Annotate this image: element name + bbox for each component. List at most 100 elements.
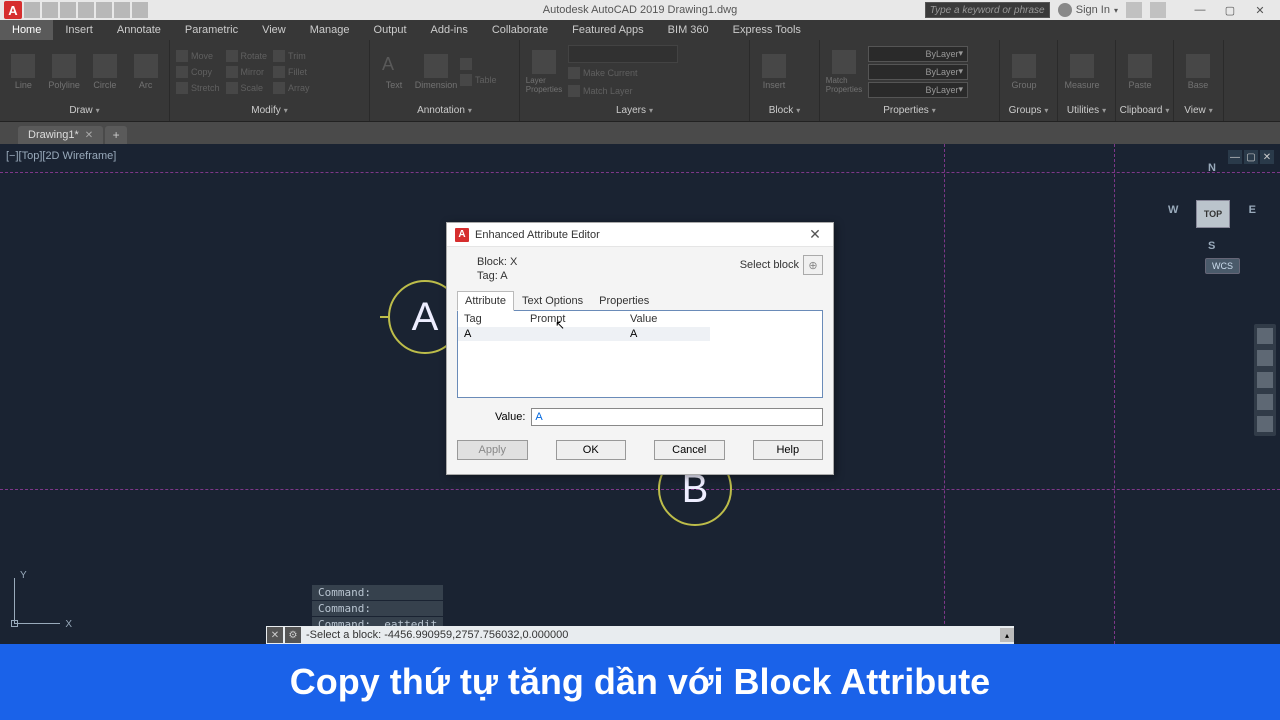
tab-addins[interactable]: Add-ins <box>419 20 480 40</box>
viewcube-top[interactable]: TOP <box>1196 200 1230 228</box>
qat-saveas-icon[interactable] <box>78 2 94 18</box>
leader-button[interactable] <box>460 56 497 71</box>
file-tab-drawing1[interactable]: Drawing1* ✕ <box>18 126 103 144</box>
tab-parametric[interactable]: Parametric <box>173 20 250 40</box>
gridline <box>0 172 1280 173</box>
fillet-button[interactable]: Fillet <box>273 64 310 79</box>
qat-new-icon[interactable] <box>24 2 40 18</box>
maximize-button[interactable]: ▢ <box>1216 2 1244 18</box>
insert-block-button[interactable]: Insert <box>756 48 792 96</box>
cmd-close-icon[interactable]: ✕ <box>267 627 283 643</box>
match-layer-button[interactable]: Match Layer <box>568 84 678 99</box>
nav-zoom-icon[interactable] <box>1257 372 1273 388</box>
view-panel-label[interactable]: View <box>1180 101 1217 119</box>
move-button[interactable]: Move <box>176 48 220 63</box>
command-input[interactable]: -Select a block: -4456.990959,2757.75603… <box>302 629 568 641</box>
copy-button[interactable]: Copy <box>176 64 220 79</box>
nav-pan-icon[interactable] <box>1257 350 1273 366</box>
select-block-button[interactable]: ⊕ <box>803 255 823 275</box>
col-prompt: Prompt <box>530 313 630 325</box>
base-button[interactable]: Base <box>1180 48 1216 96</box>
tab-featured[interactable]: Featured Apps <box>560 20 656 40</box>
tab-text-options[interactable]: Text Options <box>514 291 591 311</box>
line-button[interactable]: Line <box>6 48 41 96</box>
nav-showmotion-icon[interactable] <box>1257 416 1273 432</box>
tab-attribute[interactable]: Attribute <box>457 291 514 311</box>
tab-bim360[interactable]: BIM 360 <box>656 20 721 40</box>
help-button[interactable]: Help <box>753 440 824 460</box>
apply-button[interactable]: Apply <box>457 440 528 460</box>
exchange-icon[interactable] <box>1126 2 1142 18</box>
tab-annotate[interactable]: Annotate <box>105 20 173 40</box>
qat-save-icon[interactable] <box>60 2 76 18</box>
tab-manage[interactable]: Manage <box>298 20 362 40</box>
nav-wheel-icon[interactable] <box>1257 328 1273 344</box>
value-input[interactable] <box>531 408 823 426</box>
utilities-panel-label[interactable]: Utilities <box>1064 101 1109 119</box>
layer-properties-button[interactable]: Layer Properties <box>526 48 562 96</box>
linetype-dropdown[interactable]: ByLayer ▾ <box>868 82 968 98</box>
minimize-button[interactable]: — <box>1186 2 1214 18</box>
stretch-button[interactable]: Stretch <box>176 80 220 95</box>
match-properties-button[interactable]: Match Properties <box>826 48 862 96</box>
array-button[interactable]: Array <box>273 80 310 95</box>
qat-redo-icon[interactable] <box>132 2 148 18</box>
text-button[interactable]: AText <box>376 48 412 96</box>
close-button[interactable]: ✕ <box>1246 2 1274 18</box>
signin-button[interactable]: Sign In ▾ <box>1058 3 1118 17</box>
app-icon[interactable]: A <box>4 1 22 19</box>
lineweight-dropdown[interactable]: ByLayer ▾ <box>868 64 968 80</box>
tab-insert[interactable]: Insert <box>53 20 105 40</box>
new-tab-button[interactable]: + <box>105 126 127 144</box>
ok-button[interactable]: OK <box>556 440 627 460</box>
clipboard-panel-label[interactable]: Clipboard <box>1122 101 1167 119</box>
tab-express[interactable]: Express Tools <box>721 20 813 40</box>
measure-button[interactable]: Measure <box>1064 48 1100 96</box>
viewport-label[interactable]: [−][Top][2D Wireframe] <box>6 150 116 162</box>
dimension-button[interactable]: Dimension <box>418 48 454 96</box>
command-bar[interactable]: ✕ ⚙ -Select a block: -4456.990959,2757.7… <box>266 626 1014 644</box>
groups-panel-label[interactable]: Groups <box>1006 101 1051 119</box>
titlebar: A Autodesk AutoCAD 2019 Drawing1.dwg Typ… <box>0 0 1280 20</box>
table-button[interactable]: Table <box>460 72 497 87</box>
table-row[interactable]: A A <box>458 327 710 341</box>
qat-undo-icon[interactable] <box>114 2 130 18</box>
color-dropdown[interactable]: ByLayer ▾ <box>868 46 968 62</box>
help-icon[interactable] <box>1150 2 1166 18</box>
group-button[interactable]: Group <box>1006 48 1042 96</box>
make-current-button[interactable]: Make Current <box>568 66 678 81</box>
properties-panel-label[interactable]: Properties <box>826 101 993 119</box>
circle-button[interactable]: Circle <box>88 48 123 96</box>
qat-plot-icon[interactable] <box>96 2 112 18</box>
rotate-button[interactable]: Rotate <box>226 48 268 63</box>
scale-button[interactable]: Scale <box>226 80 268 95</box>
viewcube[interactable]: N S W E TOP <box>1172 162 1252 252</box>
modify-panel-label[interactable]: Modify <box>176 101 363 119</box>
cmd-scroll-icon[interactable]: ▴ <box>1000 628 1014 642</box>
mirror-button[interactable]: Mirror <box>226 64 268 79</box>
annotation-panel-label[interactable]: Annotation <box>376 101 513 119</box>
qat-open-icon[interactable] <box>42 2 58 18</box>
arc-button[interactable]: Arc <box>128 48 163 96</box>
trim-button[interactable]: Trim <box>273 48 310 63</box>
cmd-options-icon[interactable]: ⚙ <box>285 627 301 643</box>
polyline-button[interactable]: Polyline <box>47 48 82 96</box>
close-icon[interactable]: ✕ <box>85 130 93 141</box>
wcs-badge[interactable]: WCS <box>1205 258 1240 274</box>
tab-view[interactable]: View <box>250 20 298 40</box>
tab-properties[interactable]: Properties <box>591 291 657 311</box>
block-panel-label[interactable]: Block <box>756 101 813 119</box>
paste-button[interactable]: Paste <box>1122 48 1158 96</box>
dialog-titlebar[interactable]: A Enhanced Attribute Editor ✕ <box>447 223 833 247</box>
layers-panel-label[interactable]: Layers <box>526 101 743 119</box>
search-input[interactable]: Type a keyword or phrase <box>925 2 1050 18</box>
vp-close-icon[interactable]: ✕ <box>1260 150 1274 164</box>
tab-output[interactable]: Output <box>362 20 419 40</box>
draw-panel-label[interactable]: Draw <box>6 101 163 119</box>
tab-collaborate[interactable]: Collaborate <box>480 20 560 40</box>
dialog-close-button[interactable]: ✕ <box>805 226 825 243</box>
tab-home[interactable]: Home <box>0 20 53 40</box>
cancel-button[interactable]: Cancel <box>654 440 725 460</box>
nav-orbit-icon[interactable] <box>1257 394 1273 410</box>
layer-dropdown[interactable] <box>568 45 678 63</box>
